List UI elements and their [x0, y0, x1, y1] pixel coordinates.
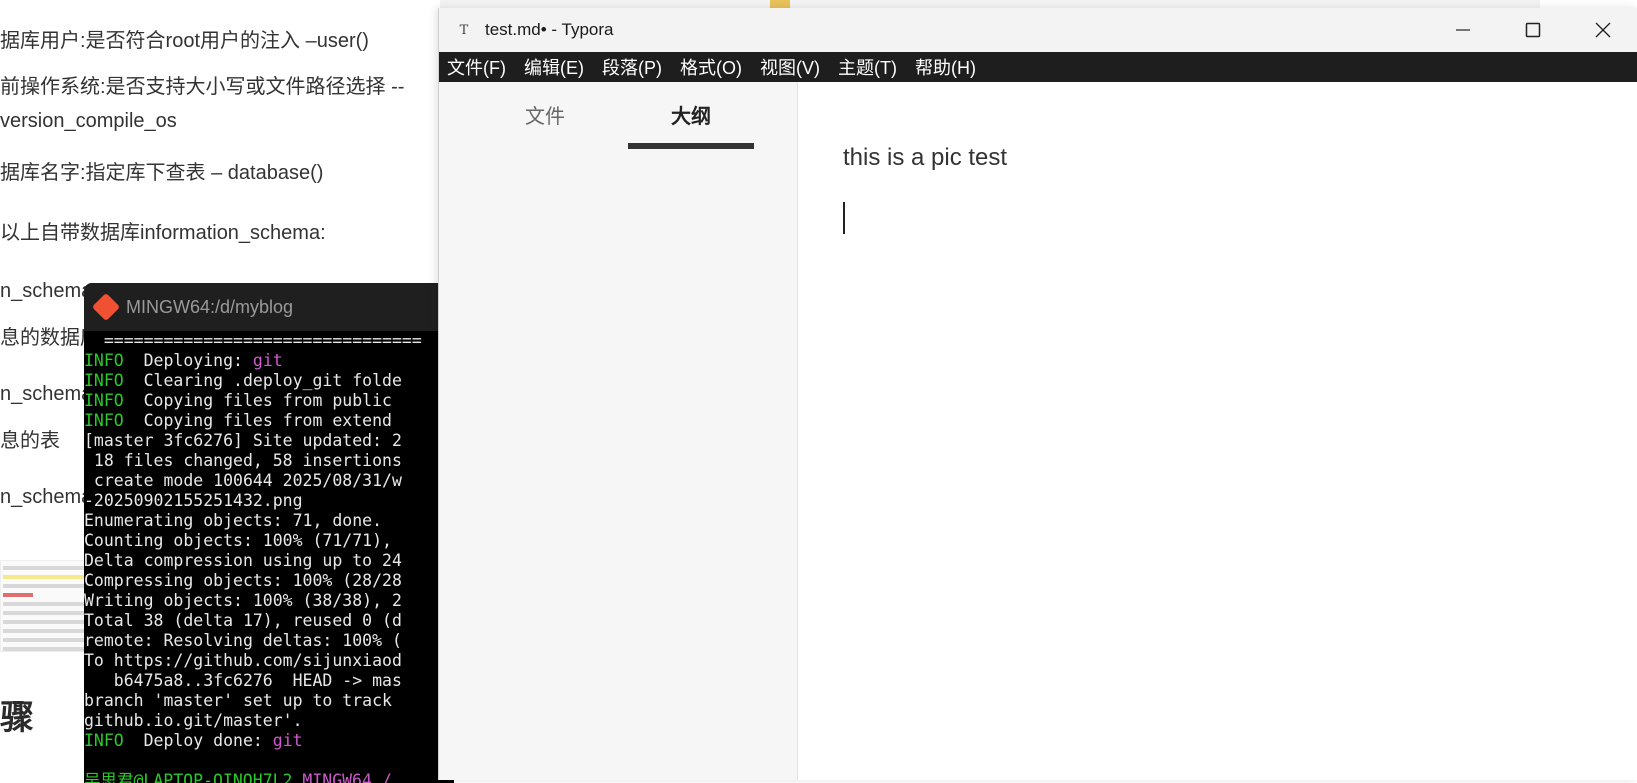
- terminal-output[interactable]: ================================ INFO Dep…: [84, 331, 454, 783]
- git-bash-terminal[interactable]: MINGW64:/d/myblog ======================…: [84, 283, 454, 783]
- terminal-line: INFO Clearing .deploy_git folde: [84, 371, 454, 391]
- window-title: test.md• - Typora: [485, 20, 614, 39]
- info-prefix: INFO: [84, 351, 124, 370]
- bg-text-line: 息的表: [0, 430, 60, 452]
- terminal-line: [master 3fc6276] Site updated: 2: [84, 431, 402, 450]
- git-keyword: git: [272, 731, 303, 750]
- line-text: Deploying:: [123, 351, 253, 370]
- bg-text-line: 据库名字:指定库下查表 – database(): [0, 162, 324, 184]
- terminal-line: b6475a8..3fc6276 HEAD -> mas: [84, 671, 402, 690]
- text-cursor: [843, 202, 845, 234]
- terminal-title: MINGW64:/d/myblog: [126, 296, 294, 317]
- window-controls: [1428, 8, 1637, 52]
- menu-format[interactable]: 格式(O): [680, 54, 742, 80]
- terminal-line: Counting objects: 100% (71/71),: [84, 531, 402, 550]
- bg-text-line: 前操作系统:是否支持大小写或文件路径选择 --: [0, 76, 405, 98]
- bg-text-line: n_schema: [0, 486, 93, 508]
- menu-bar: 文件(F) 编辑(E) 段落(P) 格式(O) 视图(V) 主题(T) 帮助(H…: [439, 52, 1637, 82]
- terminal-line: 吴思君@LAPTOP-QINOH7L2 MINGW64 /: [84, 771, 454, 783]
- bg-text-line: n_schema: [0, 383, 93, 405]
- line-text: Clearing .deploy_git folde: [123, 371, 402, 390]
- maximize-icon: [1525, 22, 1541, 38]
- terminal-line: To https://github.com/sijunxiaod: [84, 651, 402, 670]
- minimize-button[interactable]: [1428, 8, 1498, 52]
- bg-heading: 骤: [0, 699, 34, 737]
- terminal-line: create mode 100644 2025/08/31/w: [84, 471, 402, 490]
- prompt-user: 吴思君@LAPTOP-QINOH7L2: [84, 771, 293, 783]
- git-logo-icon: [91, 292, 121, 322]
- window-titlebar[interactable]: T test.md• - Typora: [439, 8, 1637, 52]
- terminal-line: remote: Resolving deltas: 100% (: [84, 631, 402, 650]
- tab-outline[interactable]: 大纲: [628, 100, 754, 149]
- menu-theme[interactable]: 主题(T): [838, 54, 897, 80]
- terminal-line: ================================: [84, 331, 422, 350]
- menu-file[interactable]: 文件(F): [447, 54, 506, 80]
- terminal-line: branch 'master' set up to track: [84, 691, 402, 710]
- close-button[interactable]: [1568, 8, 1637, 52]
- terminal-line: Writing objects: 100% (38/38), 2: [84, 591, 402, 610]
- screenshot-thumbnail: [0, 560, 92, 652]
- line-text: Copying files from extend: [123, 411, 402, 430]
- terminal-line: INFO Copying files from public: [84, 391, 454, 411]
- bg-text-line: version_compile_os: [0, 110, 177, 132]
- bg-text-line: 据库用户:是否符合root用户的注入 –user(): [0, 30, 369, 52]
- prompt-path: MINGW64 /: [292, 771, 392, 783]
- close-icon: [1595, 22, 1611, 38]
- info-prefix: INFO: [84, 371, 124, 390]
- bg-text-line: n_schema: [0, 280, 93, 302]
- terminal-line: 18 files changed, 58 insertions: [84, 451, 402, 470]
- minimize-icon: [1456, 29, 1470, 31]
- menu-paragraph[interactable]: 段落(P): [602, 54, 662, 80]
- terminal-line: INFO Copying files from extend: [84, 411, 454, 431]
- info-prefix: INFO: [84, 731, 124, 750]
- line-text: Copying files from public: [123, 391, 402, 410]
- sidebar-tabs: 文件 大纲: [439, 82, 797, 149]
- terminal-line: Enumerating objects: 71, done.: [84, 511, 383, 530]
- line-text: Deploy done:: [123, 731, 273, 750]
- terminal-line: INFO Deploy done: git: [84, 731, 454, 751]
- menu-view[interactable]: 视图(V): [760, 54, 820, 80]
- editor-area[interactable]: this is a pic test: [798, 82, 1637, 780]
- info-prefix: INFO: [84, 411, 124, 430]
- terminal-line: INFO Deploying: git: [84, 351, 454, 371]
- terminal-titlebar[interactable]: MINGW64:/d/myblog: [84, 283, 454, 331]
- info-prefix: INFO: [84, 391, 124, 410]
- document-paragraph[interactable]: this is a pic test: [843, 144, 1007, 172]
- terminal-line: Total 38 (delta 17), reused 0 (d: [84, 611, 402, 630]
- sidebar: 文件 大纲: [439, 82, 798, 780]
- git-keyword: git: [252, 351, 283, 370]
- menu-edit[interactable]: 编辑(E): [524, 54, 584, 80]
- bg-text-line: 以上自带数据库information_schema:: [0, 222, 326, 244]
- terminal-line: Delta compression using up to 24: [84, 551, 402, 570]
- terminal-line: -20250902155251432.png: [84, 491, 303, 510]
- terminal-line: Compressing objects: 100% (28/28: [84, 571, 402, 590]
- menu-help[interactable]: 帮助(H): [915, 54, 976, 80]
- maximize-button[interactable]: [1498, 8, 1568, 52]
- tab-files[interactable]: 文件: [482, 100, 608, 149]
- typora-window[interactable]: T test.md• - Typora 文件(F) 编辑(E) 段落(P) 格式…: [438, 8, 1637, 780]
- typora-app-icon: T: [459, 22, 469, 38]
- terminal-line: github.io.git/master'.: [84, 711, 303, 730]
